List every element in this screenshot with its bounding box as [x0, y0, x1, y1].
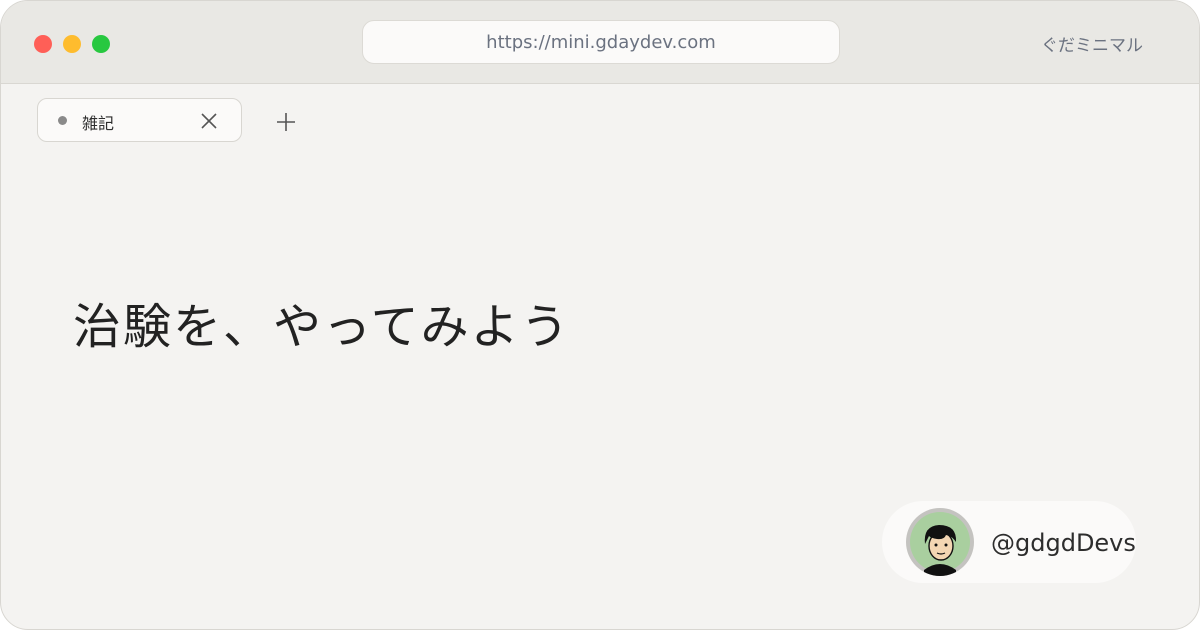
avatar-face-icon [910, 512, 970, 576]
tab-bar: 雑記 [1, 84, 1199, 164]
avatar [906, 508, 974, 576]
tab-zakki[interactable]: 雑記 [37, 98, 242, 142]
page-title: 治験を、やってみよう [73, 299, 571, 355]
tab-label: 雑記 [82, 114, 115, 133]
address-url: https://mini.gdaydev.com [486, 31, 716, 53]
site-name: ぐだミニマル [1041, 36, 1143, 56]
plus-icon[interactable] [275, 111, 297, 133]
minimize-window-button[interactable] [63, 35, 81, 53]
address-bar[interactable]: https://mini.gdaydev.com [362, 20, 840, 64]
browser-window: https://mini.gdaydev.com ぐだミニマル 雑記 治験を、や… [0, 0, 1200, 630]
author-handle: @gdgdDevs [991, 529, 1136, 557]
author-badge[interactable]: @gdgdDevs [882, 501, 1136, 583]
title-bar: https://mini.gdaydev.com ぐだミニマル [1, 1, 1199, 84]
close-icon[interactable] [200, 112, 218, 130]
tab-status-dot [58, 116, 67, 125]
close-window-button[interactable] [34, 35, 52, 53]
zoom-window-button[interactable] [92, 35, 110, 53]
